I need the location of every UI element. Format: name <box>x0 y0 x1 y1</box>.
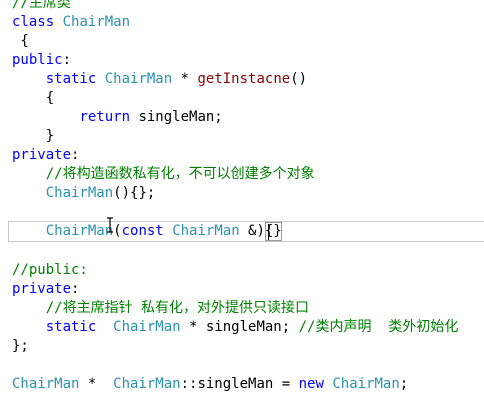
code-token: }; <box>12 338 29 354</box>
code-line[interactable]: return singleMan; <box>12 108 223 127</box>
code-token: ChairMan <box>104 71 173 87</box>
code-token: //主席类 <box>12 0 71 11</box>
code-line[interactable]: { <box>12 89 54 108</box>
ibeam-cursor-icon <box>107 217 113 233</box>
code-line[interactable]: class ChairMan <box>12 13 130 32</box>
code-token: ChairMan <box>113 319 181 335</box>
code-token: ChairMan <box>12 376 80 392</box>
code-token: ( <box>113 223 122 239</box>
code-token: const <box>121 223 164 239</box>
code-token: ChairMan <box>45 185 114 201</box>
code-line[interactable]: //public: <box>12 261 88 280</box>
code-token: //public: <box>12 262 88 278</box>
code-token: public <box>12 52 63 68</box>
code-token: * <box>79 376 114 392</box>
code-token: () <box>290 71 308 87</box>
code-token: singleMan; <box>130 109 223 125</box>
code-token: new <box>298 376 324 392</box>
code-line[interactable]: ChairMan * ChairMan::singleMan = new Cha… <box>12 375 408 394</box>
code-token: private <box>12 281 72 297</box>
code-token: ChairMan <box>62 14 131 30</box>
code-token: class <box>12 14 55 30</box>
code-token: * singleMan; <box>180 319 299 335</box>
code-token: static <box>45 71 97 87</box>
code-token: static <box>45 319 97 335</box>
text-caret <box>268 224 269 240</box>
code-line[interactable]: //将主席指针 私有化，对外提供只读接口 <box>12 299 309 318</box>
code-token: ChairMan <box>45 223 114 239</box>
code-token: ChairMan <box>172 223 240 239</box>
code-line[interactable]: private: <box>12 146 79 165</box>
code-token: //将主席指针 私有化，对外提供只读接口 <box>45 300 310 316</box>
code-token: return <box>79 109 131 125</box>
code-line[interactable]: }; <box>12 337 29 356</box>
code-line[interactable]: public: <box>12 51 71 70</box>
code-line[interactable]: } <box>12 127 54 146</box>
code-token: //将构造函数私有化，不可以创建多个对象 <box>45 166 315 182</box>
code-line[interactable]: ChairMan(){}; <box>12 184 156 203</box>
code-line[interactable]: { <box>12 32 29 51</box>
code-token: { <box>12 90 55 106</box>
code-line[interactable]: static ChairMan * getInstacne() <box>12 70 307 89</box>
code-token: : <box>71 147 80 163</box>
code-token: : <box>62 52 72 68</box>
code-token: } <box>12 128 55 144</box>
code-line[interactable]: static ChairMan * singleMan; //类内声明 类外初始… <box>12 318 459 337</box>
code-token: ; <box>399 376 409 392</box>
code-token: private <box>12 147 72 163</box>
code-token: getInstacne <box>197 71 291 87</box>
code-editor[interactable]: //主席类 class ChairMan { public: static Chai… <box>0 0 484 401</box>
code-line[interactable]: //将构造函数私有化，不可以创建多个对象 <box>12 165 315 184</box>
code-token: ::singleMan = <box>180 376 299 392</box>
code-token: //类内声明 类外初始化 <box>298 319 459 335</box>
code-token: (){}; <box>113 185 156 201</box>
code-token: ChairMan <box>332 376 400 392</box>
code-token: : <box>71 281 80 297</box>
code-token: ChairMan <box>113 376 181 392</box>
code-line[interactable]: ChairMan(const ChairMan &){} <box>12 222 282 241</box>
code-token: * <box>172 71 198 87</box>
code-token: &) <box>239 223 265 239</box>
code-line[interactable]: //主席类 <box>12 0 71 13</box>
code-line[interactable]: private: <box>12 280 79 299</box>
code-token: { <box>12 33 29 49</box>
